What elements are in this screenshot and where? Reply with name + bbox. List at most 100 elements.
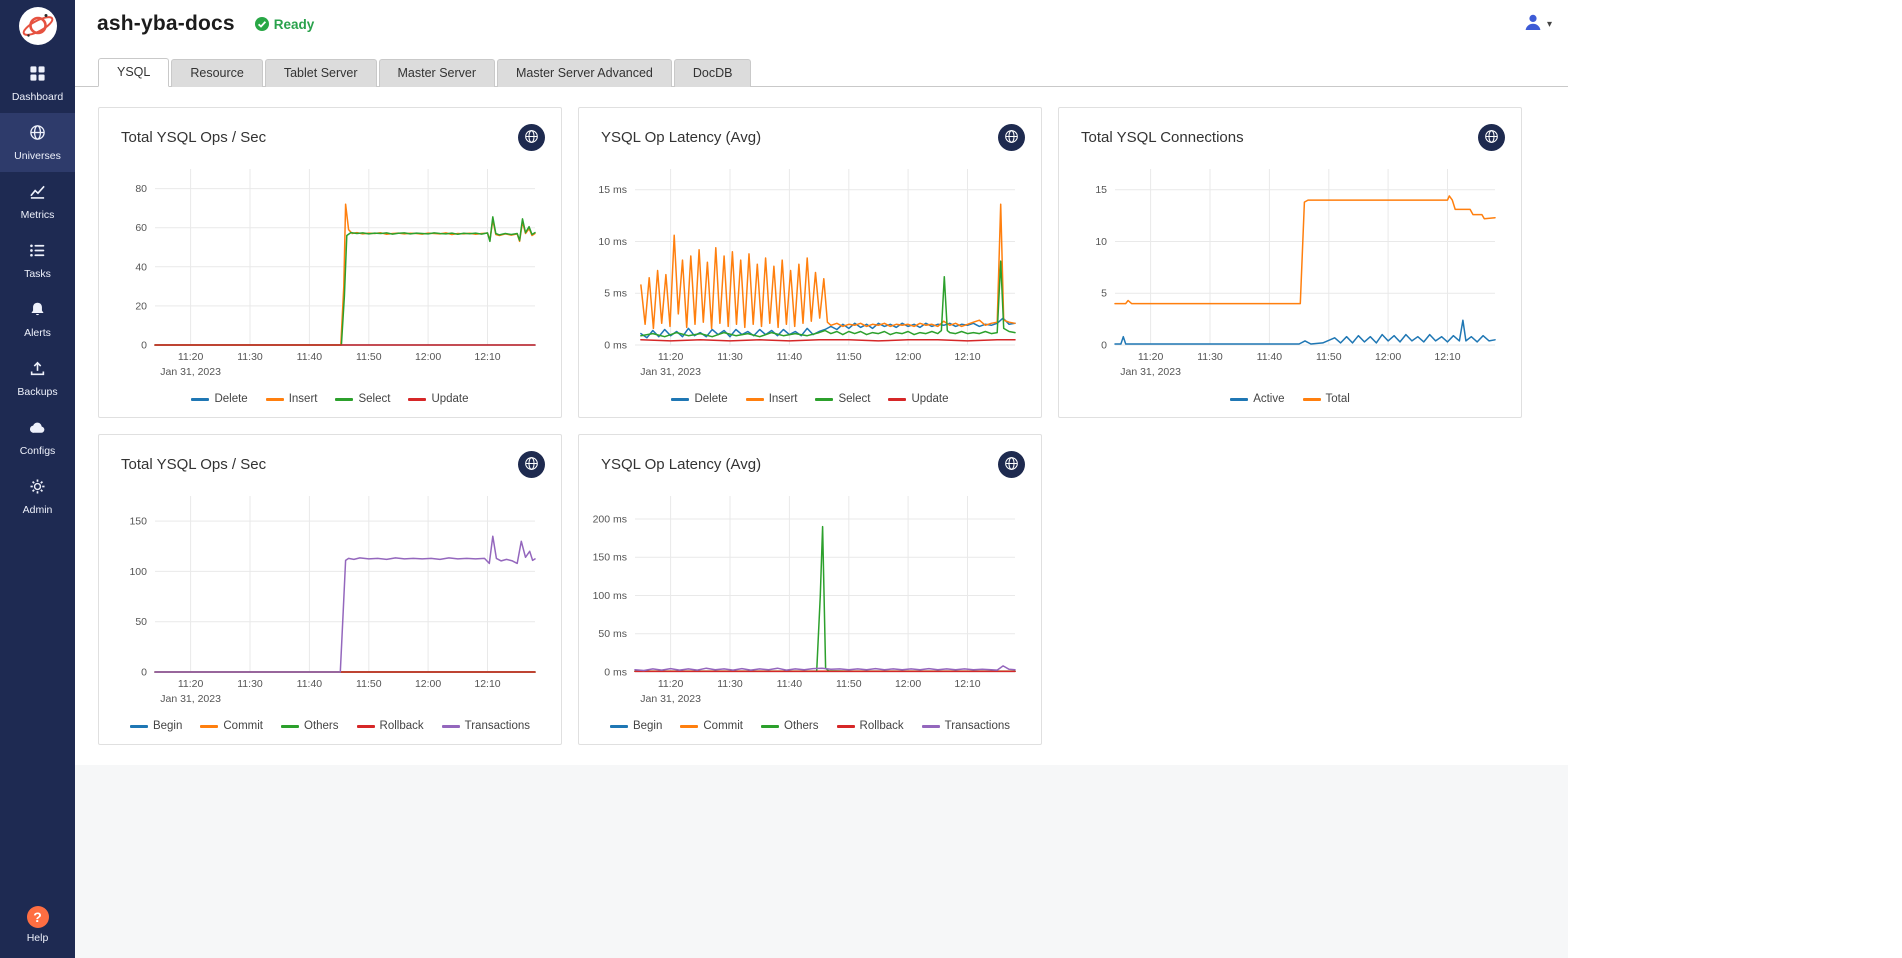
sidebar-item-label: Configs <box>20 445 56 457</box>
chart-options-button[interactable] <box>998 451 1025 478</box>
legend-label: Others <box>784 720 819 732</box>
sidebar-item-admin[interactable]: Admin <box>0 467 75 526</box>
svg-text:Jan 31, 2023: Jan 31, 2023 <box>640 693 701 705</box>
legend-swatch-icon <box>130 725 148 728</box>
legend-item-delete: Delete <box>671 393 727 405</box>
legend-label: Select <box>838 393 870 405</box>
svg-text:11:20: 11:20 <box>658 351 684 363</box>
legend-label: Insert <box>289 393 318 405</box>
svg-text:11:50: 11:50 <box>356 678 382 690</box>
svg-text:40: 40 <box>135 261 147 273</box>
legend-swatch-icon <box>746 398 764 401</box>
svg-text:100: 100 <box>129 566 147 578</box>
sidebar-item-help[interactable]: ?Help <box>0 894 75 958</box>
svg-text:5 ms: 5 ms <box>604 288 627 300</box>
svg-text:0: 0 <box>141 667 147 679</box>
svg-text:11:30: 11:30 <box>1197 351 1223 363</box>
chart-legend: Active Total <box>1059 389 1521 417</box>
svg-text:12:10: 12:10 <box>474 351 500 363</box>
chart-panel-total-ysql-connections: Total YSQL Connections05101511:20Jan 31,… <box>1058 107 1522 418</box>
svg-text:11:50: 11:50 <box>356 351 382 363</box>
status-badge: Ready <box>255 17 315 32</box>
svg-text:0 ms: 0 ms <box>604 340 627 352</box>
legend-item-rollback: Rollback <box>837 720 904 732</box>
legend-item-begin: Begin <box>610 720 662 732</box>
svg-text:Jan 31, 2023: Jan 31, 2023 <box>160 693 221 705</box>
chart-options-button[interactable] <box>1478 124 1505 151</box>
legend-label: Delete <box>214 393 247 405</box>
top-header: ash-yba-docs Ready ▾ <box>75 0 1568 48</box>
legend-swatch-icon <box>922 725 940 728</box>
legend-swatch-icon <box>442 725 460 728</box>
sidebar-item-label: Dashboard <box>12 91 63 103</box>
legend-item-insert: Insert <box>266 393 318 405</box>
chart-header: Total YSQL Ops / Sec <box>99 108 561 155</box>
svg-text:11:40: 11:40 <box>297 351 323 363</box>
chart-options-button[interactable] <box>998 124 1025 151</box>
svg-text:200 ms: 200 ms <box>593 514 627 526</box>
sidebar-item-universes[interactable]: Universes <box>0 113 75 172</box>
svg-text:11:50: 11:50 <box>836 678 862 690</box>
svg-text:80: 80 <box>135 183 147 195</box>
legend-item-update: Update <box>888 393 948 405</box>
user-icon <box>1523 12 1543 37</box>
svg-text:60: 60 <box>135 222 147 234</box>
charts-grid: Total YSQL Ops / Sec 0 20 40 60 80 11:20 Jan 31… <box>75 87 1568 751</box>
sidebar-item-dashboard[interactable]: Dashboard <box>0 54 75 113</box>
legend-item-transactions: Transactions <box>442 720 530 732</box>
svg-text:20: 20 <box>135 300 147 312</box>
legend-swatch-icon <box>761 725 779 728</box>
svg-text:11:40: 11:40 <box>1257 351 1283 363</box>
svg-text:11:40: 11:40 <box>777 351 803 363</box>
sidebar-item-label: Universes <box>14 150 61 162</box>
tab-master-server-advanced[interactable]: Master Server Advanced <box>497 59 672 87</box>
legend-swatch-icon <box>610 725 628 728</box>
svg-text:Jan 31, 2023: Jan 31, 2023 <box>640 366 701 378</box>
svg-text:12:10: 12:10 <box>954 678 980 690</box>
chart-legend: BeginCommitOthersRollbackTransactions <box>99 716 561 744</box>
svg-text:50: 50 <box>135 616 147 628</box>
tab-ysql[interactable]: YSQL <box>98 58 169 87</box>
sidebar-item-backups[interactable]: Backups <box>0 349 75 408</box>
chart-plot: 0 ms50 ms100 ms150 ms200 ms11:20Jan 31, … <box>585 484 1025 716</box>
legend-label: Transactions <box>945 720 1010 732</box>
chart-header: Total YSQL Ops / Sec <box>99 435 561 482</box>
chart-panel-total-ysql-ops-sec: Total YSQL Ops / Sec02040608011:20Jan 31… <box>98 107 562 418</box>
legend-item-active: Active <box>1230 393 1284 405</box>
legend-swatch-icon <box>1303 398 1321 401</box>
universe-content: YSQLResourceTablet ServerMaster ServerMa… <box>75 48 1568 765</box>
legend-label: Insert <box>769 393 798 405</box>
legend-item-begin: Begin <box>130 720 182 732</box>
svg-text:Jan 31, 2023: Jan 31, 2023 <box>160 366 221 378</box>
tab-resource[interactable]: Resource <box>171 59 263 87</box>
chart-options-button[interactable] <box>518 124 545 151</box>
legend-item-insert: Insert <box>746 393 798 405</box>
tab-tablet-server[interactable]: Tablet Server <box>265 59 377 87</box>
svg-text:12:00: 12:00 <box>895 351 921 363</box>
legend-label: Update <box>431 393 468 405</box>
legend-item-total: Total <box>1303 393 1350 405</box>
svg-text:12:00: 12:00 <box>415 351 441 363</box>
legend-label: Begin <box>153 720 182 732</box>
sidebar-item-alerts[interactable]: Alerts <box>0 290 75 349</box>
help-icon: ? <box>27 906 49 928</box>
svg-text:11:20: 11:20 <box>658 678 684 690</box>
chevron-down-icon: ▾ <box>1547 19 1552 30</box>
sidebar-item-tasks[interactable]: Tasks <box>0 231 75 290</box>
chart-panel-ysql-op-latency-avg: YSQL Op Latency (Avg)0 ms5 ms10 ms15 ms1… <box>578 107 1042 418</box>
user-menu[interactable]: ▾ <box>1523 12 1552 37</box>
chart-panel-ysql-op-latency-avg: YSQL Op Latency (Avg)0 ms50 ms100 ms150 … <box>578 434 1042 745</box>
svg-text:0: 0 <box>1101 340 1107 352</box>
sidebar-item-configs[interactable]: Configs <box>0 408 75 467</box>
chart-legend: BeginCommitOthersRollbackTransactions <box>579 716 1041 744</box>
tab-master-server[interactable]: Master Server <box>379 59 496 87</box>
legend-item-select: Select <box>815 393 870 405</box>
configs-icon <box>29 419 46 441</box>
legend-label: Active <box>1253 393 1284 405</box>
chart-legend: Delete Insert Select Update <box>99 389 561 417</box>
legend-item-select: Select <box>335 393 390 405</box>
sidebar-item-metrics[interactable]: Metrics <box>0 172 75 231</box>
app-logo[interactable] <box>0 0 75 54</box>
tab-docdb[interactable]: DocDB <box>674 59 752 87</box>
chart-options-button[interactable] <box>518 451 545 478</box>
